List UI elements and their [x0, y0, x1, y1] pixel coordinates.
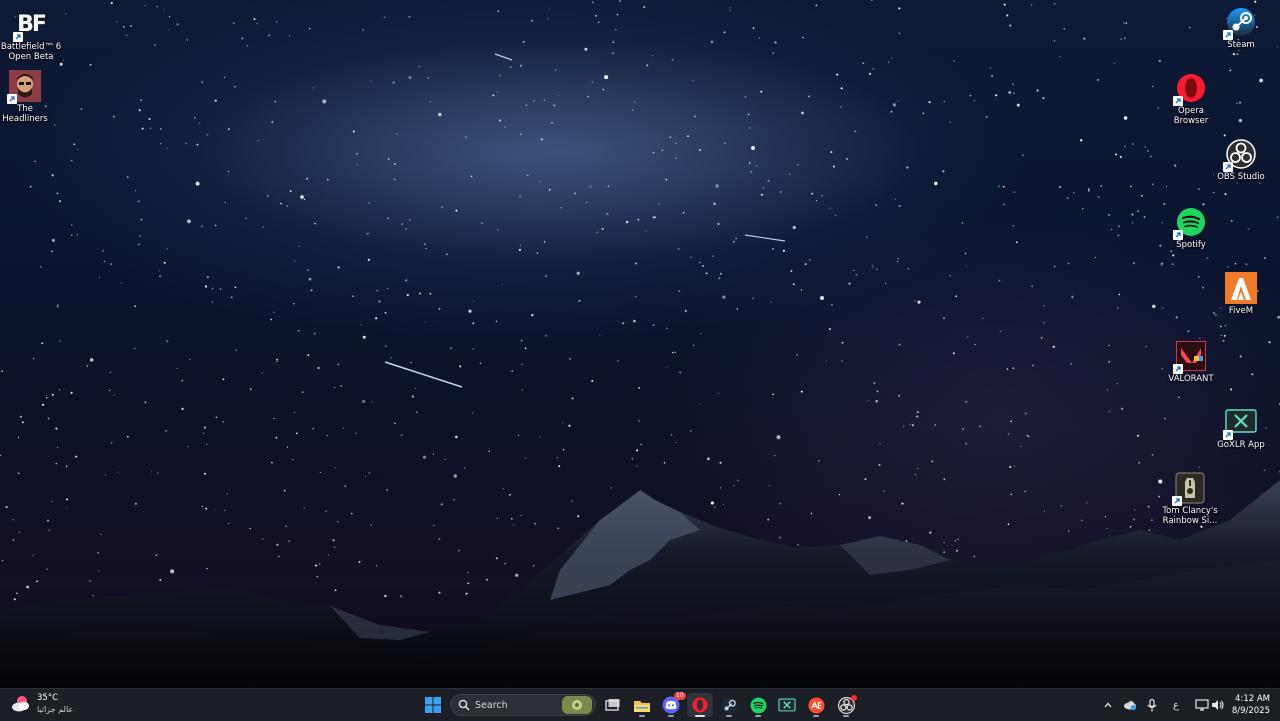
fivem-icon: [1225, 272, 1257, 304]
desktop-icon-rainbow-six[interactable]: Tom Clancy's Rainbow Si...: [1158, 472, 1222, 526]
ea-icon: [807, 696, 825, 714]
running-indicator: [813, 715, 819, 717]
rainbow-six-icon: [1172, 472, 1206, 506]
show-hidden-icons-button[interactable]: [1100, 697, 1116, 713]
desktop-icon-label: The Headliners: [2, 104, 48, 124]
microphone-tray-button[interactable]: [1144, 697, 1160, 713]
opera-icon: [1173, 72, 1207, 106]
desktop-icon-label: FiveM: [1228, 306, 1254, 316]
taskbar-goxlr[interactable]: [774, 693, 800, 717]
task-view-icon: [605, 699, 620, 711]
search-highlight-icon: [562, 696, 592, 714]
shortcut-arrow-icon: [1173, 230, 1183, 240]
desktop-icon-spotify[interactable]: Spotify: [1160, 206, 1222, 250]
desktop-icon-label: VALORANT: [1168, 374, 1214, 384]
running-indicator: [726, 715, 732, 717]
steam-icon: [1223, 6, 1257, 40]
taskbar-obs[interactable]: [833, 693, 859, 717]
headliners-icon: [7, 70, 41, 104]
running-indicator: [668, 715, 674, 717]
network-monitor-icon: [1195, 699, 1209, 711]
cloud-sync-icon: [1124, 701, 1137, 711]
taskbar: 35°C عالم جزائيا Search 10 ع 4:12 AM 8/9…: [0, 688, 1280, 721]
shortcut-arrow-icon: [1172, 496, 1182, 506]
recording-dot-icon: [851, 695, 857, 701]
input-language-button[interactable]: ع: [1168, 697, 1184, 713]
desktop-icon-obs[interactable]: OBS Studio: [1210, 138, 1272, 182]
desktop-icon-valorant[interactable]: VALORANT: [1160, 340, 1222, 384]
battlefield-icon: BF: [13, 8, 47, 42]
running-indicator: [695, 715, 705, 717]
discord-notification-badge: 10: [674, 692, 686, 700]
shortcut-arrow-icon: [7, 94, 17, 104]
clock-button[interactable]: 4:12 AM 8/9/2025: [1230, 693, 1270, 717]
valorant-icon: [1173, 340, 1207, 374]
shortcut-arrow-icon: [1223, 162, 1233, 172]
taskbar-ea-app[interactable]: [803, 693, 829, 717]
desktop-icon-opera[interactable]: Opera Browser: [1160, 72, 1222, 126]
task-view-button[interactable]: [600, 693, 626, 717]
network-tray-button[interactable]: [1194, 697, 1210, 713]
taskbar-opera[interactable]: [687, 693, 713, 717]
spotify-icon: [1173, 206, 1207, 240]
opera-icon: [692, 697, 708, 713]
running-indicator: [755, 715, 761, 717]
desktop-icon-goxlr[interactable]: GoXLR App: [1210, 406, 1272, 450]
search-placeholder: Search: [475, 699, 508, 711]
desktop-icon-fivem[interactable]: FiveM: [1210, 272, 1272, 316]
speaker-icon: [1212, 700, 1224, 710]
shortcut-arrow-icon: [1223, 430, 1233, 440]
goxlr-icon: [1223, 406, 1257, 440]
running-indicator: [639, 715, 645, 717]
ime-indicator: ع: [1173, 699, 1179, 711]
steam-icon: [721, 697, 737, 713]
shortcut-arrow-icon: [1173, 96, 1183, 106]
desktop-icon-steam[interactable]: Steam: [1210, 6, 1272, 50]
spotify-icon: [750, 697, 766, 713]
chevron-up-icon: [1104, 702, 1112, 708]
shortcut-arrow-icon: [1223, 30, 1233, 40]
clock-date: 8/9/2025: [1231, 706, 1270, 716]
folder-icon: [634, 700, 650, 712]
desktop-icon-label: Tom Clancy's Rainbow Si...: [1162, 506, 1218, 526]
desktop-icon-label: Steam: [1227, 40, 1255, 50]
desktop-wallpaper: BF Battlefield™ 6 Open Beta The Headline…: [0, 0, 1280, 688]
volume-tray-button[interactable]: [1210, 697, 1226, 713]
taskbar-steam[interactable]: [716, 693, 742, 717]
desktop-icon-label: OBS Studio: [1217, 172, 1265, 182]
desktop-icon-label: GoXLR App: [1217, 440, 1265, 450]
weather-icon: [12, 696, 29, 712]
onedrive-tray-button[interactable]: [1122, 697, 1138, 713]
obs-icon: [1223, 138, 1257, 172]
running-indicator: [843, 715, 849, 717]
desktop-icon-battlefield[interactable]: BF Battlefield™ 6 Open Beta: [0, 8, 62, 63]
taskbar-file-explorer[interactable]: [629, 693, 655, 717]
weather-condition: عالم جزائيا: [37, 705, 74, 714]
taskbar-discord[interactable]: 10: [658, 692, 686, 717]
shortcut-arrow-icon: [1173, 364, 1183, 374]
shortcut-arrow-icon: [13, 32, 23, 42]
search-icon: [458, 699, 470, 711]
start-button[interactable]: [420, 693, 446, 717]
goxlr-icon: [778, 698, 796, 711]
clock-time: 4:12 AM: [1235, 694, 1270, 704]
taskbar-spotify[interactable]: [745, 693, 771, 717]
weather-temp: 35°C: [37, 693, 59, 703]
mountain-silhouette: [0, 480, 1280, 688]
desktop-icon-headliners[interactable]: The Headliners: [0, 70, 56, 124]
windows-icon: [425, 697, 441, 713]
microphone-icon: [1147, 698, 1157, 711]
search-input[interactable]: Search: [450, 694, 596, 716]
desktop-icon-label: Opera Browser: [1173, 106, 1209, 126]
desktop-icon-label: Battlefield™ 6 Open Beta: [0, 42, 62, 62]
desktop-icon-label: Spotify: [1176, 240, 1206, 250]
weather-widget[interactable]: 35°C عالم جزائيا: [10, 693, 73, 715]
